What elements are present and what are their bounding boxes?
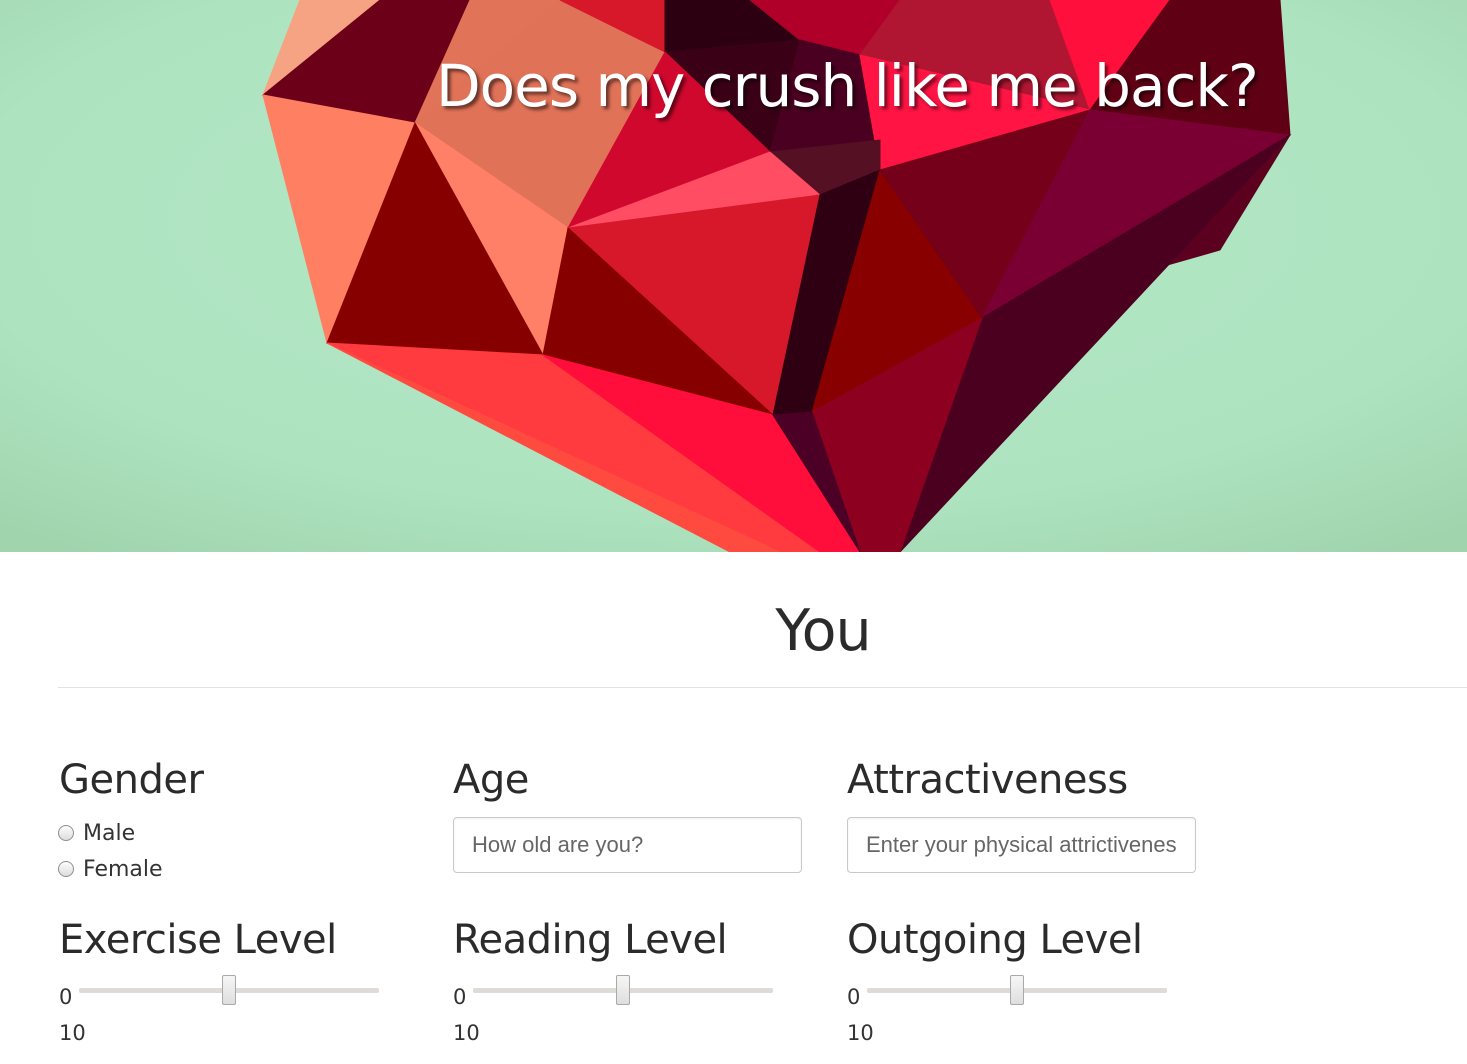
outgoing-level-thumb[interactable] <box>1010 975 1024 1005</box>
hero-title: Does my crush like me back? <box>436 52 1259 120</box>
outgoing-level-max: 10 <box>847 1021 874 1045</box>
gender-option-male[interactable]: Male <box>58 815 419 851</box>
radio-female[interactable] <box>58 861 74 877</box>
reading-level-heading: Reading Level <box>453 917 728 963</box>
attractiveness-input[interactable] <box>847 817 1196 873</box>
age-group: Age <box>453 757 813 873</box>
section-divider <box>58 687 1467 688</box>
gender-option-male-label: Male <box>83 820 136 846</box>
gender-option-female-label: Female <box>83 856 163 882</box>
exercise-level-heading: Exercise Level <box>59 917 337 963</box>
age-heading: Age <box>453 757 529 803</box>
exercise-level-track[interactable] <box>79 975 379 1005</box>
reading-level-slider[interactable]: 0 10 <box>453 969 813 1045</box>
exercise-level-min: 0 <box>59 985 73 1009</box>
exercise-level-slider[interactable]: 0 10 <box>59 969 419 1045</box>
hero-banner: Does my crush like me back? <box>0 0 1467 552</box>
reading-level-track[interactable] <box>473 975 773 1005</box>
exercise-level-max: 10 <box>59 1021 86 1045</box>
outgoing-level-group: Outgoing Level 0 10 <box>847 917 1207 1045</box>
reading-level-max: 10 <box>453 1021 480 1045</box>
age-input[interactable] <box>453 817 802 873</box>
outgoing-level-track[interactable] <box>867 975 1167 1005</box>
exercise-level-thumb[interactable] <box>222 975 236 1005</box>
exercise-level-group: Exercise Level 0 10 <box>59 917 419 1045</box>
outgoing-level-heading: Outgoing Level <box>847 917 1143 963</box>
attractiveness-group: Attractiveness <box>847 757 1207 873</box>
radio-male[interactable] <box>58 825 74 841</box>
gender-option-female[interactable]: Female <box>58 851 419 887</box>
attractiveness-heading: Attractiveness <box>847 757 1128 803</box>
gender-heading: Gender <box>59 757 204 803</box>
reading-level-group: Reading Level 0 10 <box>453 917 813 1045</box>
section-title-you: You <box>775 598 871 664</box>
outgoing-level-min: 0 <box>847 985 861 1009</box>
outgoing-level-slider[interactable]: 0 10 <box>847 969 1207 1045</box>
reading-level-min: 0 <box>453 985 467 1009</box>
reading-level-thumb[interactable] <box>616 975 630 1005</box>
gender-group: Gender Male Female <box>58 757 419 887</box>
